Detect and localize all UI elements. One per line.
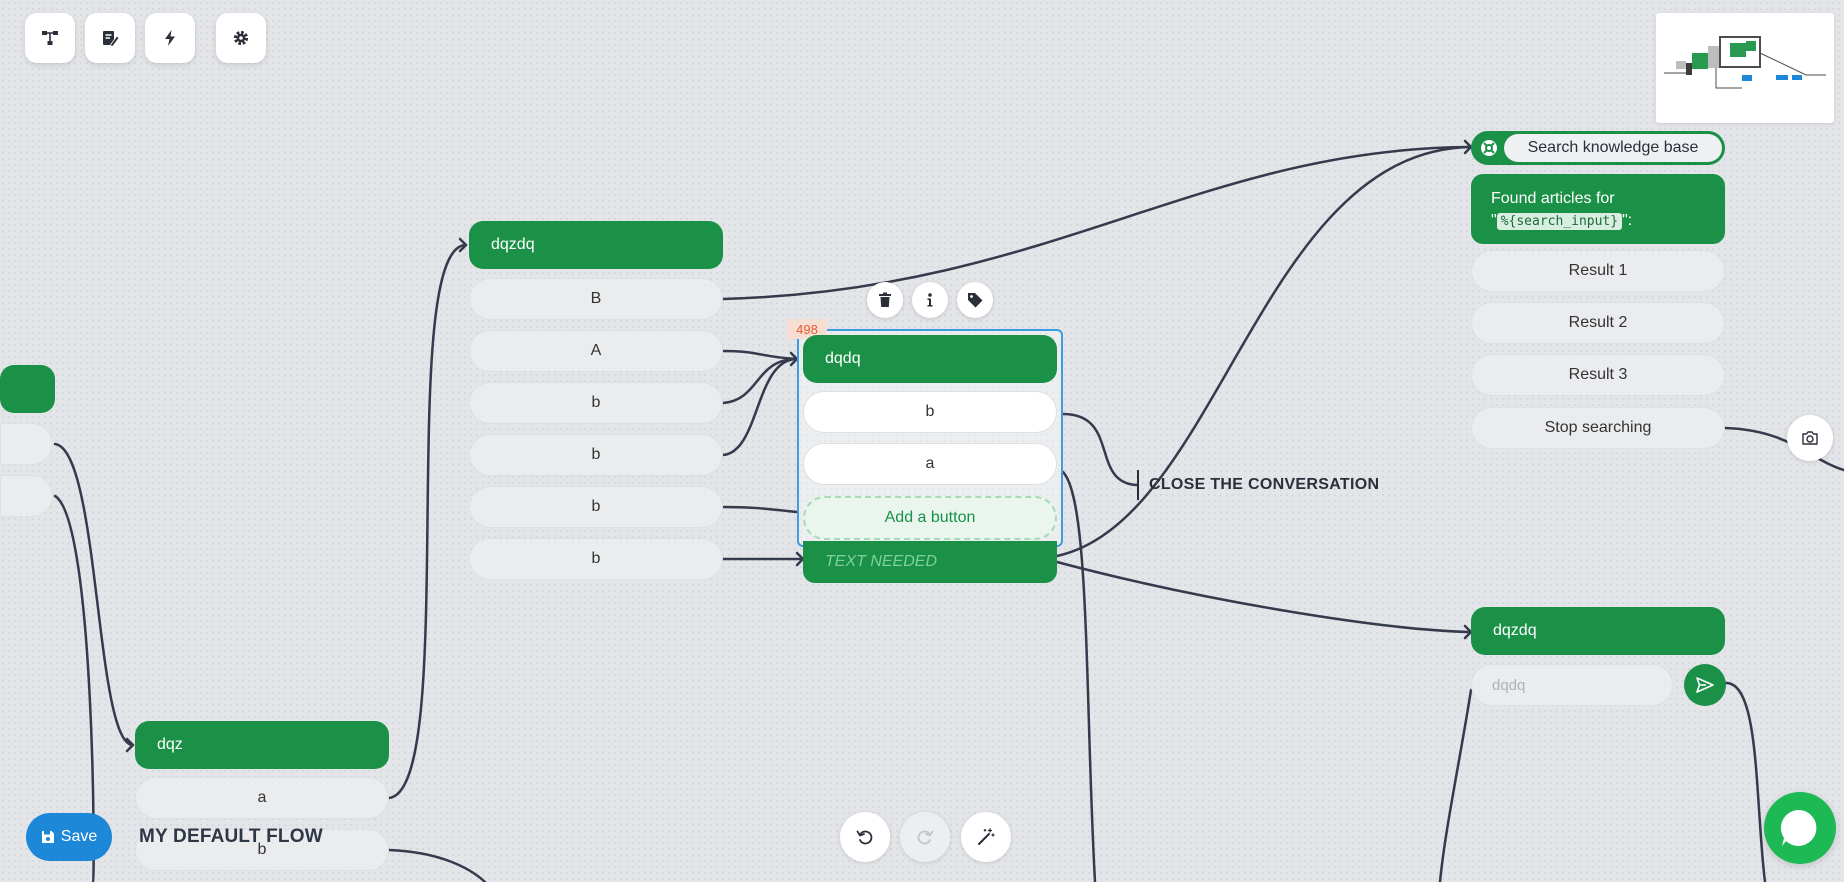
knowledge-base-icon xyxy=(1477,136,1501,160)
edit-note-icon xyxy=(103,31,120,48)
edge xyxy=(1723,681,1767,882)
chat-icon xyxy=(1780,809,1817,846)
trash-icon xyxy=(879,292,891,307)
edge xyxy=(1061,470,1097,882)
node-title: dqzdq xyxy=(491,236,535,253)
close-conversation-node[interactable]: CLOSE THE CONVERSATION xyxy=(1137,470,1379,500)
save-icon xyxy=(41,831,54,843)
node-title: dqz xyxy=(157,736,183,753)
edge xyxy=(721,505,799,514)
send-icon xyxy=(1696,677,1714,693)
camera-icon xyxy=(1802,431,1818,445)
minimap-preview xyxy=(1664,36,1826,89)
flow-diagram-icon xyxy=(42,31,58,45)
save-button-label: Save xyxy=(60,828,98,845)
edge xyxy=(721,145,1473,301)
node-title: dqdq xyxy=(825,350,861,367)
dqzdq-node-header[interactable]: dqzdq xyxy=(469,221,723,269)
kb-result-button[interactable]: Result 3 xyxy=(1471,354,1725,396)
magic-wand-icon xyxy=(978,828,995,845)
delete-node-button[interactable] xyxy=(867,282,903,318)
left-node-button[interactable] xyxy=(0,475,53,517)
found-articles-prefix: Found articles for xyxy=(1491,190,1615,207)
left-node-button[interactable] xyxy=(0,423,53,465)
text-needed-placeholder: TEXT NEEDED xyxy=(825,553,938,570)
dqzdq-button[interactable]: b xyxy=(469,486,723,528)
node-title: dqzdq xyxy=(1493,622,1537,639)
chat-widget-button[interactable] xyxy=(1764,792,1836,864)
settings-button[interactable] xyxy=(216,13,266,63)
dqz-button-a[interactable]: a xyxy=(135,777,389,819)
edge xyxy=(721,349,799,361)
undo-button[interactable] xyxy=(840,812,890,862)
screenshot-button[interactable] xyxy=(1787,415,1833,461)
found-articles-quote: " xyxy=(1491,212,1497,229)
dqzdq-button[interactable]: b xyxy=(469,538,723,580)
gear-icon xyxy=(233,30,249,46)
dqz-node-header[interactable]: dqz xyxy=(135,721,389,769)
minimap[interactable] xyxy=(1656,13,1834,123)
found-articles-message: Found articles for " %{search_input} ": xyxy=(1471,174,1725,244)
dqdq-node-header[interactable]: dqdq xyxy=(803,335,1057,383)
undo-icon xyxy=(856,830,873,845)
save-button[interactable]: Save xyxy=(26,813,112,861)
user-input-placeholder: dqdq xyxy=(1492,676,1526,694)
edge xyxy=(721,357,799,457)
text-needed-field[interactable]: TEXT NEEDED xyxy=(803,541,1057,583)
bolt-button[interactable] xyxy=(145,13,195,63)
search-input-variable: %{search_input} xyxy=(1496,213,1623,230)
edge xyxy=(1438,688,1473,882)
kb-result-button[interactable]: Result 1 xyxy=(1471,250,1725,292)
edge xyxy=(1055,560,1473,634)
edge xyxy=(721,357,799,405)
node-tag-button[interactable] xyxy=(957,282,993,318)
stop-searching-button[interactable]: Stop searching xyxy=(1471,407,1725,449)
tag-icon xyxy=(968,293,983,308)
dqzdq-button[interactable]: b xyxy=(469,434,723,476)
flow-canvas[interactable]: dqz a b dqzdq B A b b b b 498 dqdq b a A… xyxy=(0,0,1844,882)
dqdq-button-b[interactable]: b xyxy=(803,391,1057,433)
dqzdq-button[interactable]: A xyxy=(469,330,723,372)
close-conversation-bar xyxy=(1137,470,1139,500)
dqzdq-button[interactable]: B xyxy=(469,278,723,320)
edit-note-button[interactable] xyxy=(85,13,135,63)
edge xyxy=(387,243,468,800)
redo-button[interactable] xyxy=(900,812,950,862)
node-info-button[interactable] xyxy=(912,282,948,318)
knowledge-base-node-header[interactable]: Search knowledge base xyxy=(1471,131,1725,165)
close-conversation-label: CLOSE THE CONVERSATION xyxy=(1149,476,1380,493)
found-articles-suffix: ": xyxy=(1622,212,1633,229)
add-button[interactable]: Add a button xyxy=(803,496,1057,540)
left-node-header[interactable] xyxy=(0,365,55,413)
send-button[interactable] xyxy=(1684,664,1726,706)
flow-diagram-button[interactable] xyxy=(25,13,75,63)
edge xyxy=(53,442,135,747)
edge xyxy=(1061,412,1139,487)
auto-layout-button[interactable] xyxy=(961,812,1011,862)
dqzdq-button[interactable]: b xyxy=(469,382,723,424)
edge xyxy=(387,848,487,882)
bolt-icon xyxy=(165,30,175,46)
info-icon xyxy=(927,293,933,307)
kb-result-button[interactable]: Result 2 xyxy=(1471,302,1725,344)
dqdq-button-a[interactable]: a xyxy=(803,443,1057,485)
redo-icon xyxy=(917,830,934,845)
flow-title: MY DEFAULT FLOW xyxy=(139,826,323,847)
dqzdq-right-node-header[interactable]: dqzdq xyxy=(1471,607,1725,655)
user-input-field[interactable]: dqdq xyxy=(1471,664,1673,706)
knowledge-base-title: Search knowledge base xyxy=(1504,134,1722,162)
